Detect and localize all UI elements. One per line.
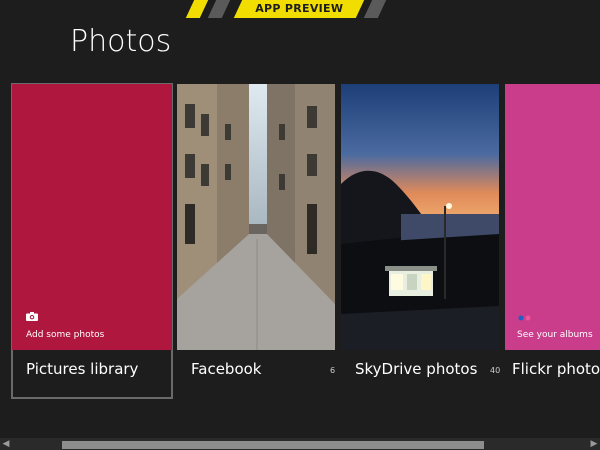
app-preview-text: APP PREVIEW (255, 2, 344, 15)
tiles-strip: Add some photos Pictures library Faceboo… (0, 83, 600, 404)
photo-count: 40 (490, 366, 501, 375)
add-some-photos-text: Add some photos (26, 330, 105, 340)
pictures-library-background: Add some photos (12, 84, 172, 350)
camera-icon (26, 312, 38, 321)
app-preview-banner: APP PREVIEW (0, 0, 600, 18)
page-title: Photos (70, 24, 172, 59)
skydrive-photo-sunset (341, 84, 499, 350)
see-your-albums-text: See your albums (517, 330, 593, 340)
tile-label: Pictures library (26, 360, 139, 378)
photo-count: 6 (330, 366, 336, 375)
app-preview-label: APP PREVIEW (233, 0, 365, 18)
scroll-left-icon[interactable]: ◀ (0, 438, 12, 450)
scrollbar-thumb[interactable] (62, 441, 484, 449)
scroll-right-icon[interactable]: ▶ (588, 438, 600, 450)
flickr-background: See your albums (505, 84, 600, 350)
tile-skydrive-photos[interactable]: SkyDrive photos 40 (341, 84, 501, 398)
facebook-photo-street (177, 84, 335, 350)
banner-stripe (363, 0, 387, 18)
tile-label: Facebook (191, 360, 262, 378)
tile-pictures-library[interactable]: Add some photos Pictures library (11, 83, 173, 399)
banner-stripe (185, 0, 209, 18)
flickr-dots-icon (518, 315, 531, 321)
banner-stripe (207, 0, 231, 18)
tile-label: SkyDrive photos (355, 360, 478, 378)
tile-label: Flickr photos (512, 360, 600, 378)
tile-flickr-photos[interactable]: See your albums Flickr photos (505, 84, 600, 398)
tile-facebook[interactable]: Facebook 6 (177, 84, 335, 398)
